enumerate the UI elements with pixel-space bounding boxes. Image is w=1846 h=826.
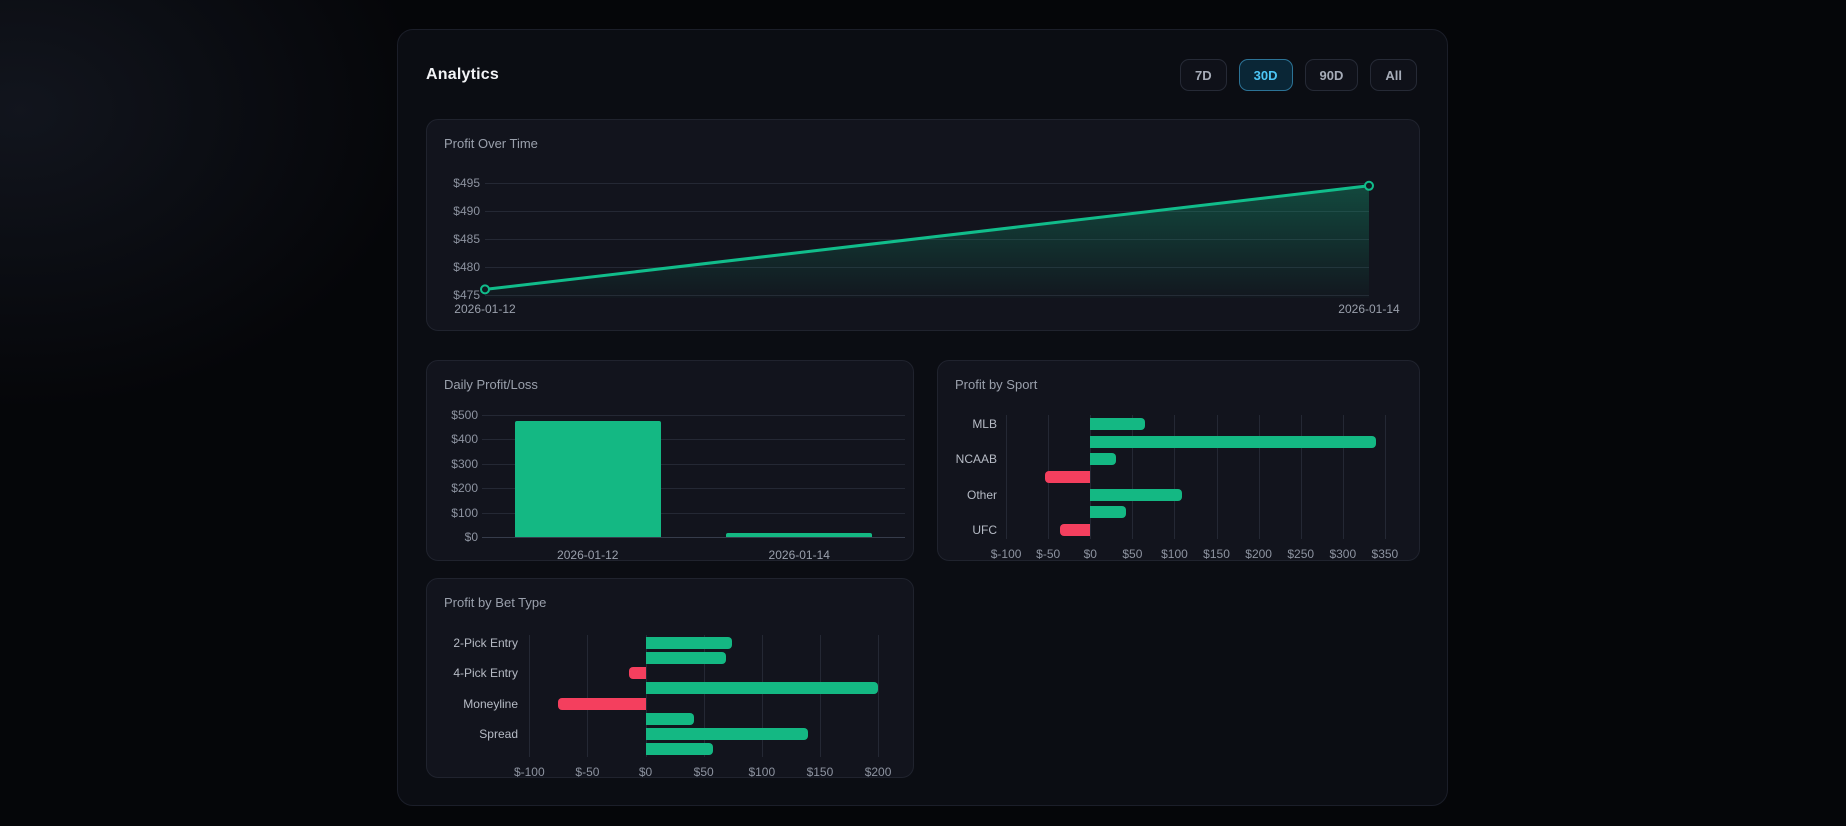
x-axis-tick-label: 2026-01-14	[768, 548, 830, 562]
data-point-marker	[480, 284, 490, 295]
category-label: NCAAB	[955, 452, 997, 467]
category-label: Moneyline	[463, 696, 518, 711]
bar-segment	[645, 712, 695, 725]
gridline	[1384, 415, 1386, 539]
gridline	[878, 635, 880, 757]
bar-segment	[1090, 417, 1145, 430]
bar-segment	[645, 651, 726, 664]
y-axis-tick-label: $200	[451, 481, 478, 496]
panel-profit-by-bet-type: Profit by Bet Type $-100 $-50 $0 $50 $100 $15…	[426, 578, 914, 779]
data-point-marker	[1364, 180, 1374, 191]
x-axis-tick-label: $350	[1371, 547, 1399, 561]
line-series	[480, 180, 1374, 298]
page-title: Analytics	[426, 66, 499, 83]
x-axis-tick-label: 2026-01-12	[557, 548, 619, 562]
bar-segment	[645, 728, 809, 741]
bar-segment	[1044, 471, 1091, 483]
gridline	[587, 635, 589, 757]
analytics-card: Analytics 7D 30D 90D All Profit Over Time $…	[397, 29, 1448, 806]
analytics-page: Analytics 7D 30D 90D All Profit Over Time $…	[0, 0, 1846, 826]
category-label: UFC	[972, 523, 997, 538]
bar-segment	[645, 743, 713, 756]
gridline	[1258, 415, 1260, 539]
category-label: MLB	[972, 416, 997, 431]
x-axis-tick-label: $50	[693, 765, 714, 779]
category-label: 2-Pick Entry	[453, 635, 518, 650]
y-axis-tick-label: $0	[464, 530, 478, 544]
category-label: 4-Pick Entry	[453, 666, 518, 681]
bar-segment	[1090, 453, 1117, 466]
hbar-chart-profit-by-sport: $-100 $-50 $0 $50 $100 $150 $200 $250 $300 $350 ML…	[938, 361, 1419, 561]
bar-segment	[629, 667, 646, 680]
gridline	[1300, 415, 1302, 539]
bar-segment	[1090, 506, 1126, 519]
panel-profit-over-time: Profit Over Time $475 $480 $485 $490 $495 202…	[426, 119, 1420, 331]
bar-segment	[558, 697, 646, 710]
gridline	[819, 635, 821, 757]
x-axis-tick-label: $0	[638, 765, 653, 779]
range-button-7d[interactable]: 7D	[1180, 59, 1227, 91]
gridline	[1132, 415, 1134, 539]
panel-profit-by-sport: Profit by Sport $-100 $-50 $0 $50 $100 $150 $2…	[937, 360, 1420, 561]
x-axis-tick-label: $150	[806, 765, 834, 779]
x-axis-tick-label: $-100	[513, 765, 545, 779]
range-button-all[interactable]: All	[1370, 59, 1417, 91]
x-axis-tick-label: $-50	[575, 765, 600, 779]
panel-daily-profit-loss: Daily Profit/Loss $0 $100 $200 $300 $400 $500…	[426, 360, 914, 562]
y-axis-tick-label: $300	[451, 456, 478, 471]
bar-segment	[1059, 524, 1091, 537]
range-button-90d[interactable]: 90D	[1304, 59, 1359, 91]
gridline	[482, 415, 905, 416]
bar-segment	[1090, 488, 1183, 501]
gridline	[1342, 415, 1344, 539]
gridline	[482, 537, 905, 538]
gridline	[1216, 415, 1218, 539]
category-label: Other	[966, 487, 997, 502]
y-axis-tick-label: $500	[451, 408, 478, 422]
hbar-chart-profit-by-bet-type: $-100 $-50 $0 $50 $100 $150 $200 2-Pick Entry 4-…	[427, 579, 913, 779]
category-label: Spread	[479, 727, 518, 742]
gridline	[529, 635, 531, 757]
y-axis-tick-label: $100	[451, 505, 478, 520]
gridline	[1174, 415, 1176, 539]
gridline	[1006, 415, 1008, 539]
time-range-selector: 7D 30D 90D All	[1180, 59, 1417, 91]
bar-segment	[645, 682, 879, 695]
gridline	[1090, 415, 1092, 539]
card-header: Analytics 7D 30D 90D All	[426, 59, 1417, 91]
line-chart-profit-over-time: $475 $480 $485 $490 $495 2026-01-12 2026-01-14	[427, 120, 1419, 330]
x-axis-tick-label: $200	[864, 765, 892, 779]
y-axis-tick-label: $400	[451, 432, 478, 447]
range-button-30d[interactable]: 30D	[1238, 59, 1293, 91]
bar-segment	[1090, 435, 1377, 448]
bar-segment	[726, 532, 873, 537]
bar-segment	[514, 421, 661, 537]
bar-chart-daily-profit-loss: $0 $100 $200 $300 $400 $500 2026-01-12 2026-01-…	[427, 361, 913, 562]
bar-segment	[645, 636, 732, 649]
x-axis-tick-label: $100	[748, 765, 776, 779]
